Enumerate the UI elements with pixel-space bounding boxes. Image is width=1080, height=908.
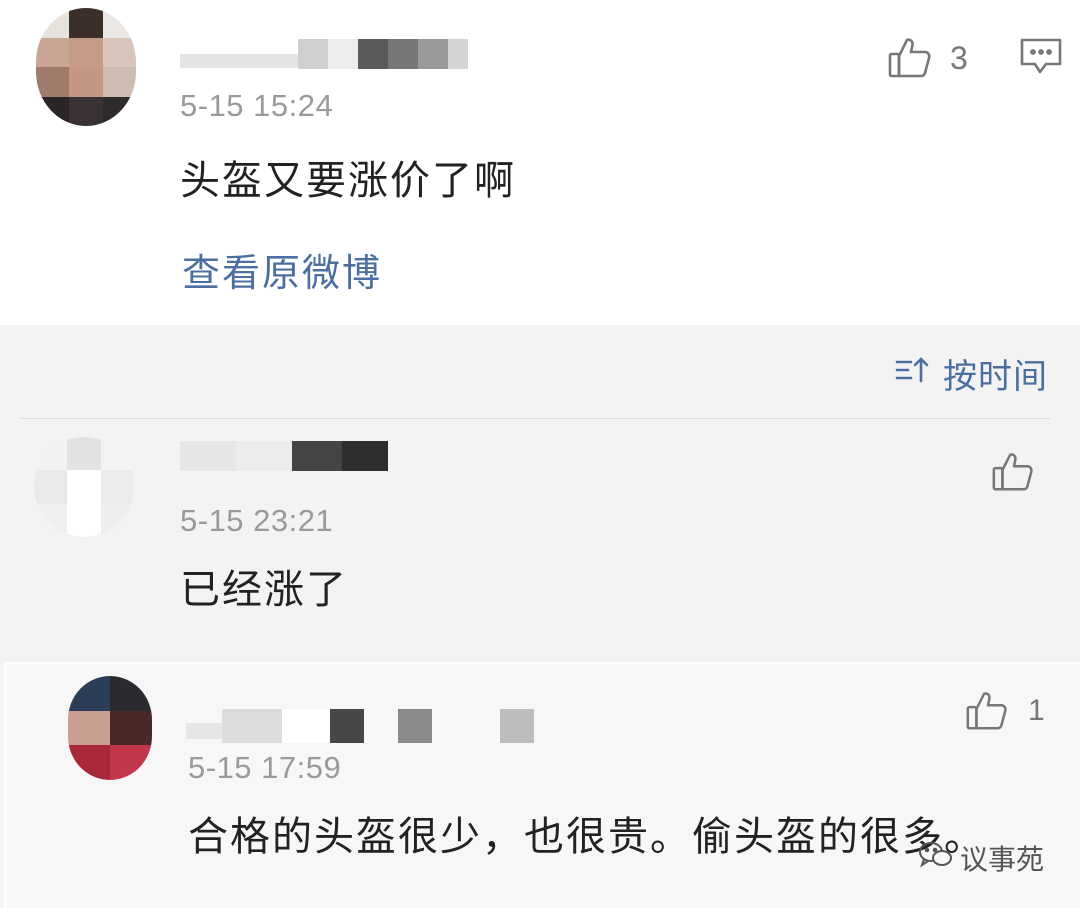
sort-by-time-button[interactable]: 按时间	[895, 349, 1048, 398]
comment-time: 5-15 15:24	[180, 88, 334, 123]
wechat-icon	[918, 840, 960, 877]
username-blurred[interactable]	[186, 708, 534, 744]
sort-ascending-icon	[895, 354, 943, 394]
thumbs-up-icon	[990, 449, 1036, 495]
replies-section: 按时间 5-15 23:21 已经涨了 5-15 17:59 合格的头盔很少，也…	[0, 325, 1080, 908]
avatar[interactable]	[68, 676, 152, 780]
comment-bubble-icon[interactable]	[1018, 36, 1064, 82]
like-count: 1	[1028, 694, 1045, 727]
username-blurred[interactable]	[180, 437, 388, 475]
reply-time: 5-15 17:59	[188, 750, 342, 785]
sort-label: 按时间	[943, 357, 1048, 397]
thumbs-up-icon	[964, 688, 1010, 734]
reply-text: 合格的头盔很少，也很贵。偷头盔的很多。	[188, 814, 986, 860]
like-count: 3	[950, 39, 968, 76]
divider	[20, 418, 1050, 419]
main-comment: 5-15 15:24 头盔又要涨价了啊 查看原微博 3	[0, 0, 1080, 325]
view-original-weibo-link[interactable]: 查看原微博	[182, 242, 382, 297]
like-button[interactable]: 1	[964, 688, 1045, 734]
like-button[interactable]	[990, 449, 1036, 495]
avatar[interactable]	[34, 437, 134, 537]
watermark: 议事苑	[918, 838, 1044, 878]
thumbs-up-icon	[886, 34, 934, 82]
username-blurred[interactable]	[180, 36, 468, 72]
reply-time: 5-15 23:21	[180, 503, 334, 538]
watermark-text: 议事苑	[959, 843, 1044, 876]
weibo-comment-page: 5-15 15:24 头盔又要涨价了啊 查看原微博 3 按时间 5-15 23:…	[0, 0, 1080, 908]
comment-text: 头盔又要涨价了啊	[180, 158, 516, 204]
like-button[interactable]: 3	[886, 34, 968, 82]
reply-text: 已经涨了	[180, 567, 348, 613]
avatar[interactable]	[36, 8, 136, 126]
